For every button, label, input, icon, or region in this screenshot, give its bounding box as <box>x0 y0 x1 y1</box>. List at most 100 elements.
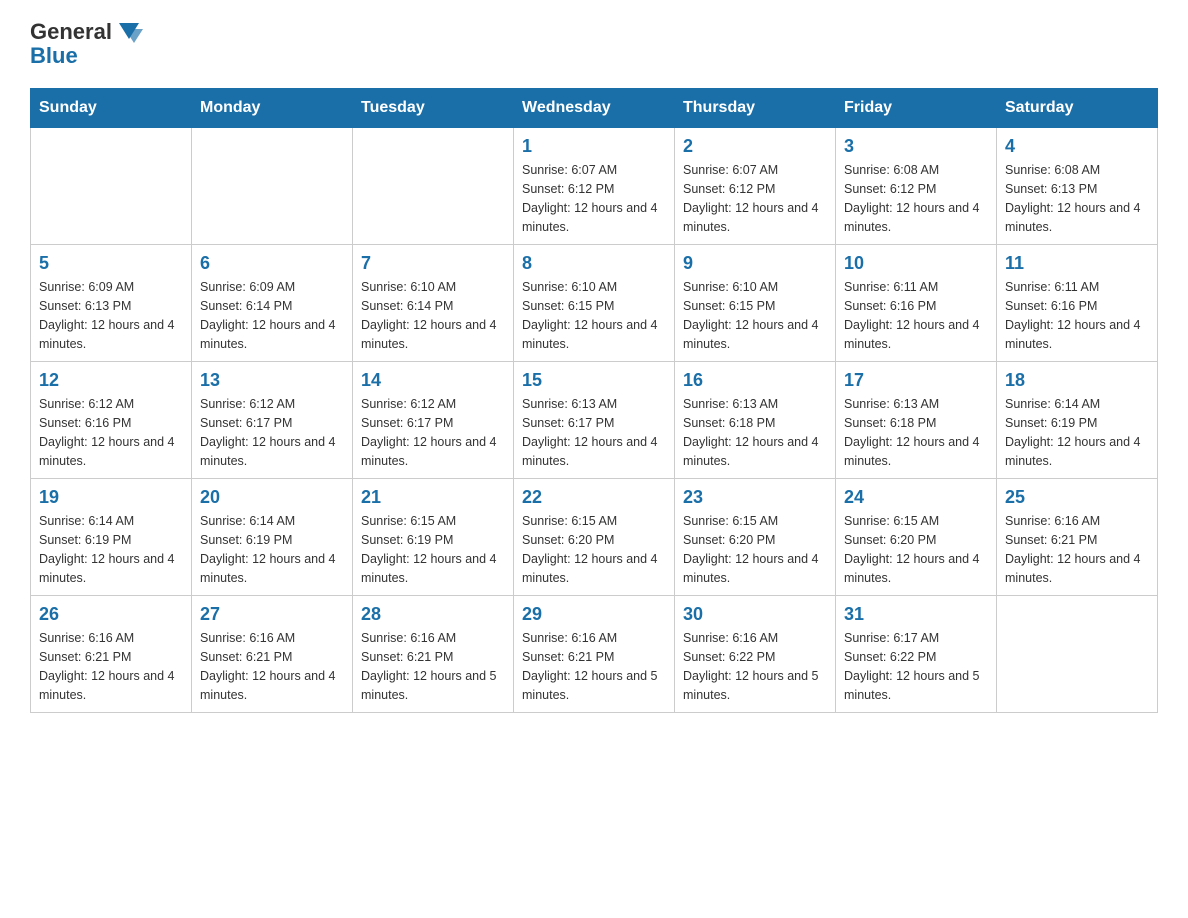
calendar-day-cell: 2 Sunrise: 6:07 AM Sunset: 6:12 PM Daylig… <box>675 128 836 245</box>
calendar-day-cell: 18 Sunrise: 6:14 AM Sunset: 6:19 PM Dayli… <box>997 362 1158 479</box>
day-number: 4 <box>1005 136 1149 157</box>
logo-blue-text: Blue <box>30 43 78 68</box>
calendar-day-cell: 23Sunrise: 6:15 AM Sunset: 6:20 PM Dayli… <box>675 479 836 596</box>
day-number: 15 <box>522 370 666 391</box>
calendar-day-cell: 6 Sunrise: 6:09 AM Sunset: 6:14 PM Daylig… <box>192 245 353 362</box>
day-info: Sunrise: 6:15 AM Sunset: 6:20 PM Dayligh… <box>683 512 827 587</box>
day-info: Sunrise: 6:10 AM Sunset: 6:15 PM Dayligh… <box>522 278 666 353</box>
day-number: 21 <box>361 487 505 508</box>
day-info: Sunrise: 6:17 AM Sunset: 6:22 PM Dayligh… <box>844 629 988 704</box>
day-number: 14 <box>361 370 505 391</box>
day-info: Sunrise: 6:16 AM Sunset: 6:21 PM Dayligh… <box>39 629 183 704</box>
day-number: 1 <box>522 136 666 157</box>
day-number: 22 <box>522 487 666 508</box>
empty-cell <box>31 128 192 245</box>
day-info: Sunrise: 6:10 AM Sunset: 6:15 PM Dayligh… <box>683 278 827 353</box>
day-info: Sunrise: 6:13 AM Sunset: 6:17 PM Dayligh… <box>522 395 666 470</box>
day-info: Sunrise: 6:11 AM Sunset: 6:16 PM Dayligh… <box>844 278 988 353</box>
day-info: Sunrise: 6:16 AM Sunset: 6:22 PM Dayligh… <box>683 629 827 704</box>
day-info: Sunrise: 6:12 AM Sunset: 6:16 PM Dayligh… <box>39 395 183 470</box>
day-number: 25 <box>1005 487 1149 508</box>
empty-cell <box>353 128 514 245</box>
day-info: Sunrise: 6:16 AM Sunset: 6:21 PM Dayligh… <box>200 629 344 704</box>
day-number: 24 <box>844 487 988 508</box>
day-number: 26 <box>39 604 183 625</box>
calendar-day-cell: 31Sunrise: 6:17 AM Sunset: 6:22 PM Dayli… <box>836 596 997 713</box>
calendar-day-cell: 13 Sunrise: 6:12 AM Sunset: 6:17 PM Dayli… <box>192 362 353 479</box>
calendar-day-cell: 26 Sunrise: 6:16 AM Sunset: 6:21 PM Dayli… <box>31 596 192 713</box>
day-info: Sunrise: 6:09 AM Sunset: 6:14 PM Dayligh… <box>200 278 344 353</box>
calendar-day-cell: 10Sunrise: 6:11 AM Sunset: 6:16 PM Dayli… <box>836 245 997 362</box>
day-number: 3 <box>844 136 988 157</box>
day-number: 6 <box>200 253 344 274</box>
day-number: 29 <box>522 604 666 625</box>
day-info: Sunrise: 6:16 AM Sunset: 6:21 PM Dayligh… <box>522 629 666 704</box>
calendar-day-cell: 15 Sunrise: 6:13 AM Sunset: 6:17 PM Dayli… <box>514 362 675 479</box>
day-number: 30 <box>683 604 827 625</box>
day-info: Sunrise: 6:11 AM Sunset: 6:16 PM Dayligh… <box>1005 278 1149 353</box>
calendar-day-cell: 21 Sunrise: 6:15 AM Sunset: 6:19 PM Dayli… <box>353 479 514 596</box>
weekday-header-monday: Monday <box>192 89 353 128</box>
day-number: 20 <box>200 487 344 508</box>
day-number: 2 <box>683 136 827 157</box>
calendar-day-cell: 4 Sunrise: 6:08 AM Sunset: 6:13 PM Daylig… <box>997 128 1158 245</box>
day-info: Sunrise: 6:15 AM Sunset: 6:20 PM Dayligh… <box>522 512 666 587</box>
weekday-header-friday: Friday <box>836 89 997 128</box>
calendar-day-cell: 1 Sunrise: 6:07 AM Sunset: 6:12 PM Daylig… <box>514 128 675 245</box>
weekday-header-saturday: Saturday <box>997 89 1158 128</box>
calendar-table: SundayMondayTuesdayWednesdayThursdayFrid… <box>30 88 1158 713</box>
day-number: 11 <box>1005 253 1149 274</box>
calendar-day-cell: 16 Sunrise: 6:13 AM Sunset: 6:18 PM Dayli… <box>675 362 836 479</box>
logo-general-text: General <box>30 20 112 44</box>
day-number: 7 <box>361 253 505 274</box>
day-number: 27 <box>200 604 344 625</box>
day-info: Sunrise: 6:08 AM Sunset: 6:12 PM Dayligh… <box>844 161 988 236</box>
day-number: 19 <box>39 487 183 508</box>
calendar-day-cell: 14Sunrise: 6:12 AM Sunset: 6:17 PM Dayli… <box>353 362 514 479</box>
day-info: Sunrise: 6:14 AM Sunset: 6:19 PM Dayligh… <box>200 512 344 587</box>
day-info: Sunrise: 6:07 AM Sunset: 6:12 PM Dayligh… <box>522 161 666 236</box>
calendar-day-cell: 12 Sunrise: 6:12 AM Sunset: 6:16 PM Dayli… <box>31 362 192 479</box>
day-number: 5 <box>39 253 183 274</box>
calendar-week-row: 5 Sunrise: 6:09 AM Sunset: 6:13 PM Daylig… <box>31 245 1158 362</box>
calendar-day-cell: 29 Sunrise: 6:16 AM Sunset: 6:21 PM Dayli… <box>514 596 675 713</box>
day-info: Sunrise: 6:14 AM Sunset: 6:19 PM Dayligh… <box>39 512 183 587</box>
day-number: 12 <box>39 370 183 391</box>
day-number: 8 <box>522 253 666 274</box>
calendar-day-cell: 30 Sunrise: 6:16 AM Sunset: 6:22 PM Dayli… <box>675 596 836 713</box>
calendar-day-cell: 19 Sunrise: 6:14 AM Sunset: 6:19 PM Dayli… <box>31 479 192 596</box>
calendar-day-cell: 17 Sunrise: 6:13 AM Sunset: 6:18 PM Dayli… <box>836 362 997 479</box>
calendar-day-cell: 11 Sunrise: 6:11 AM Sunset: 6:16 PM Dayli… <box>997 245 1158 362</box>
day-info: Sunrise: 6:14 AM Sunset: 6:19 PM Dayligh… <box>1005 395 1149 470</box>
empty-cell <box>192 128 353 245</box>
day-info: Sunrise: 6:13 AM Sunset: 6:18 PM Dayligh… <box>683 395 827 470</box>
day-number: 28 <box>361 604 505 625</box>
day-number: 16 <box>683 370 827 391</box>
weekday-header-tuesday: Tuesday <box>353 89 514 128</box>
day-number: 13 <box>200 370 344 391</box>
day-number: 17 <box>844 370 988 391</box>
weekday-header-thursday: Thursday <box>675 89 836 128</box>
day-info: Sunrise: 6:08 AM Sunset: 6:13 PM Dayligh… <box>1005 161 1149 236</box>
weekday-header-wednesday: Wednesday <box>514 89 675 128</box>
day-info: Sunrise: 6:13 AM Sunset: 6:18 PM Dayligh… <box>844 395 988 470</box>
day-info: Sunrise: 6:15 AM Sunset: 6:20 PM Dayligh… <box>844 512 988 587</box>
calendar-day-cell: 27 Sunrise: 6:16 AM Sunset: 6:21 PM Dayli… <box>192 596 353 713</box>
day-number: 18 <box>1005 370 1149 391</box>
day-info: Sunrise: 6:07 AM Sunset: 6:12 PM Dayligh… <box>683 161 827 236</box>
calendar-week-row: 26 Sunrise: 6:16 AM Sunset: 6:21 PM Dayli… <box>31 596 1158 713</box>
day-number: 9 <box>683 253 827 274</box>
calendar-day-cell: 25 Sunrise: 6:16 AM Sunset: 6:21 PM Dayli… <box>997 479 1158 596</box>
calendar-week-row: 19 Sunrise: 6:14 AM Sunset: 6:19 PM Dayli… <box>31 479 1158 596</box>
day-info: Sunrise: 6:15 AM Sunset: 6:19 PM Dayligh… <box>361 512 505 587</box>
calendar-week-row: 12 Sunrise: 6:12 AM Sunset: 6:16 PM Dayli… <box>31 362 1158 479</box>
weekday-header-row: SundayMondayTuesdayWednesdayThursdayFrid… <box>31 89 1158 128</box>
calendar-day-cell: 9 Sunrise: 6:10 AM Sunset: 6:15 PM Daylig… <box>675 245 836 362</box>
day-info: Sunrise: 6:09 AM Sunset: 6:13 PM Dayligh… <box>39 278 183 353</box>
calendar-day-cell: 20 Sunrise: 6:14 AM Sunset: 6:19 PM Dayli… <box>192 479 353 596</box>
logo: General Blue <box>30 20 143 68</box>
logo-arrow-icon <box>115 21 143 43</box>
calendar-day-cell: 24 Sunrise: 6:15 AM Sunset: 6:20 PM Dayli… <box>836 479 997 596</box>
day-info: Sunrise: 6:16 AM Sunset: 6:21 PM Dayligh… <box>1005 512 1149 587</box>
day-info: Sunrise: 6:12 AM Sunset: 6:17 PM Dayligh… <box>200 395 344 470</box>
